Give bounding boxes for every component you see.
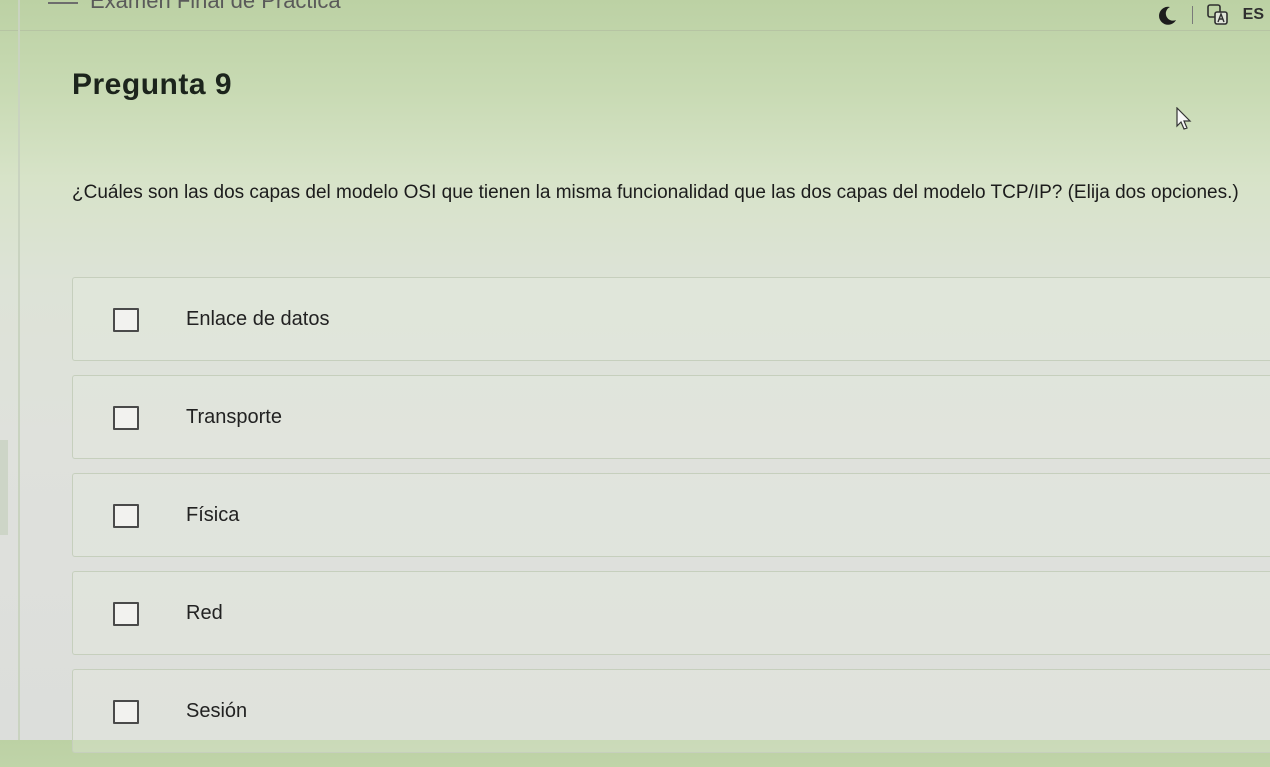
checkbox-red[interactable] [113, 602, 139, 626]
icon-divider [1191, 6, 1193, 24]
top-divider-line [48, 2, 78, 4]
option-transporte[interactable]: Transporte [72, 375, 1270, 459]
exam-title: Examen Final de Práctica [90, 0, 341, 13]
option-label: Red [186, 601, 223, 624]
answer-options: Enlace de datos Transporte Física Red Se… [72, 277, 1270, 767]
option-sesion[interactable]: Sesión [72, 669, 1270, 753]
option-label: Sesión [186, 699, 248, 722]
option-fisica[interactable]: Física [72, 473, 1270, 557]
option-label: Transporte [186, 405, 282, 428]
translate-icon[interactable] [1206, 4, 1229, 26]
checkbox-fisica[interactable] [113, 504, 139, 528]
top-icons: ES [1156, 4, 1264, 26]
mouse-cursor-icon [1176, 106, 1194, 136]
checkbox-sesion[interactable] [113, 700, 139, 724]
language-code[interactable]: ES [1243, 6, 1264, 24]
left-rail [18, 0, 20, 740]
moon-icon[interactable] [1156, 4, 1178, 26]
option-red[interactable]: Red [72, 571, 1270, 655]
top-bar: Examen Final de Práctica ES [0, 0, 1270, 31]
left-accent [0, 440, 8, 535]
checkbox-enlace-de-datos[interactable] [113, 308, 139, 332]
option-label: Física [186, 503, 240, 526]
option-label: Enlace de datos [186, 307, 330, 330]
option-enlace-de-datos[interactable]: Enlace de datos [72, 277, 1270, 361]
question-title: Pregunta 9 [72, 68, 233, 101]
question-text: ¿Cuáles son las dos capas del modelo OSI… [72, 182, 1239, 203]
checkbox-transporte[interactable] [113, 406, 139, 430]
